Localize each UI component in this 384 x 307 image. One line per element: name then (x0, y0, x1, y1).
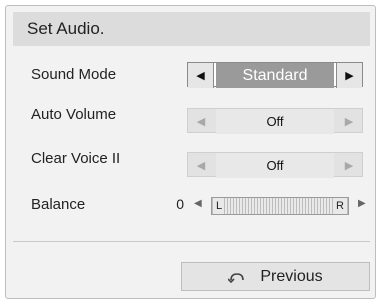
balance-left-arrow-icon[interactable]: ◀ (194, 198, 202, 209)
sound-mode-selector[interactable]: ◀ Standard ▶ (187, 62, 363, 88)
auto-volume-label: Auto Volume (31, 106, 117, 123)
clear-voice-right-arrow-icon[interactable]: ▶ (336, 153, 362, 178)
clear-voice-value: Off (216, 153, 334, 178)
auto-volume-selector[interactable]: ◀ Off ▶ (187, 108, 363, 134)
sound-mode-right-arrow-icon[interactable]: ▶ (336, 63, 362, 88)
sound-mode-label: Sound Mode (31, 66, 117, 83)
sound-mode-left-arrow-icon[interactable]: ◀ (188, 63, 214, 88)
balance-value: 0 (176, 196, 184, 212)
auto-volume-right-arrow-icon[interactable]: ▶ (336, 109, 362, 134)
clear-voice-label: Clear Voice II (31, 150, 121, 167)
clear-voice-left-arrow-icon[interactable]: ◀ (188, 153, 214, 178)
divider (13, 241, 370, 242)
previous-button[interactable]: Previous (181, 262, 370, 291)
page-title: Set Audio. (13, 12, 370, 46)
auto-volume-value: Off (216, 109, 334, 134)
balance-label: Balance (31, 196, 86, 213)
clear-voice-selector[interactable]: ◀ Off ▶ (187, 152, 363, 178)
previous-button-label: Previous (260, 267, 323, 285)
auto-volume-left-arrow-icon[interactable]: ◀ (188, 109, 214, 134)
balance-right-label: R (334, 198, 346, 214)
return-icon (228, 271, 246, 283)
balance-left-label: L (214, 198, 225, 214)
sound-mode-value: Standard (216, 63, 334, 88)
balance-slider[interactable]: L R (211, 197, 349, 215)
balance-right-arrow-icon[interactable]: ▶ (358, 198, 366, 209)
